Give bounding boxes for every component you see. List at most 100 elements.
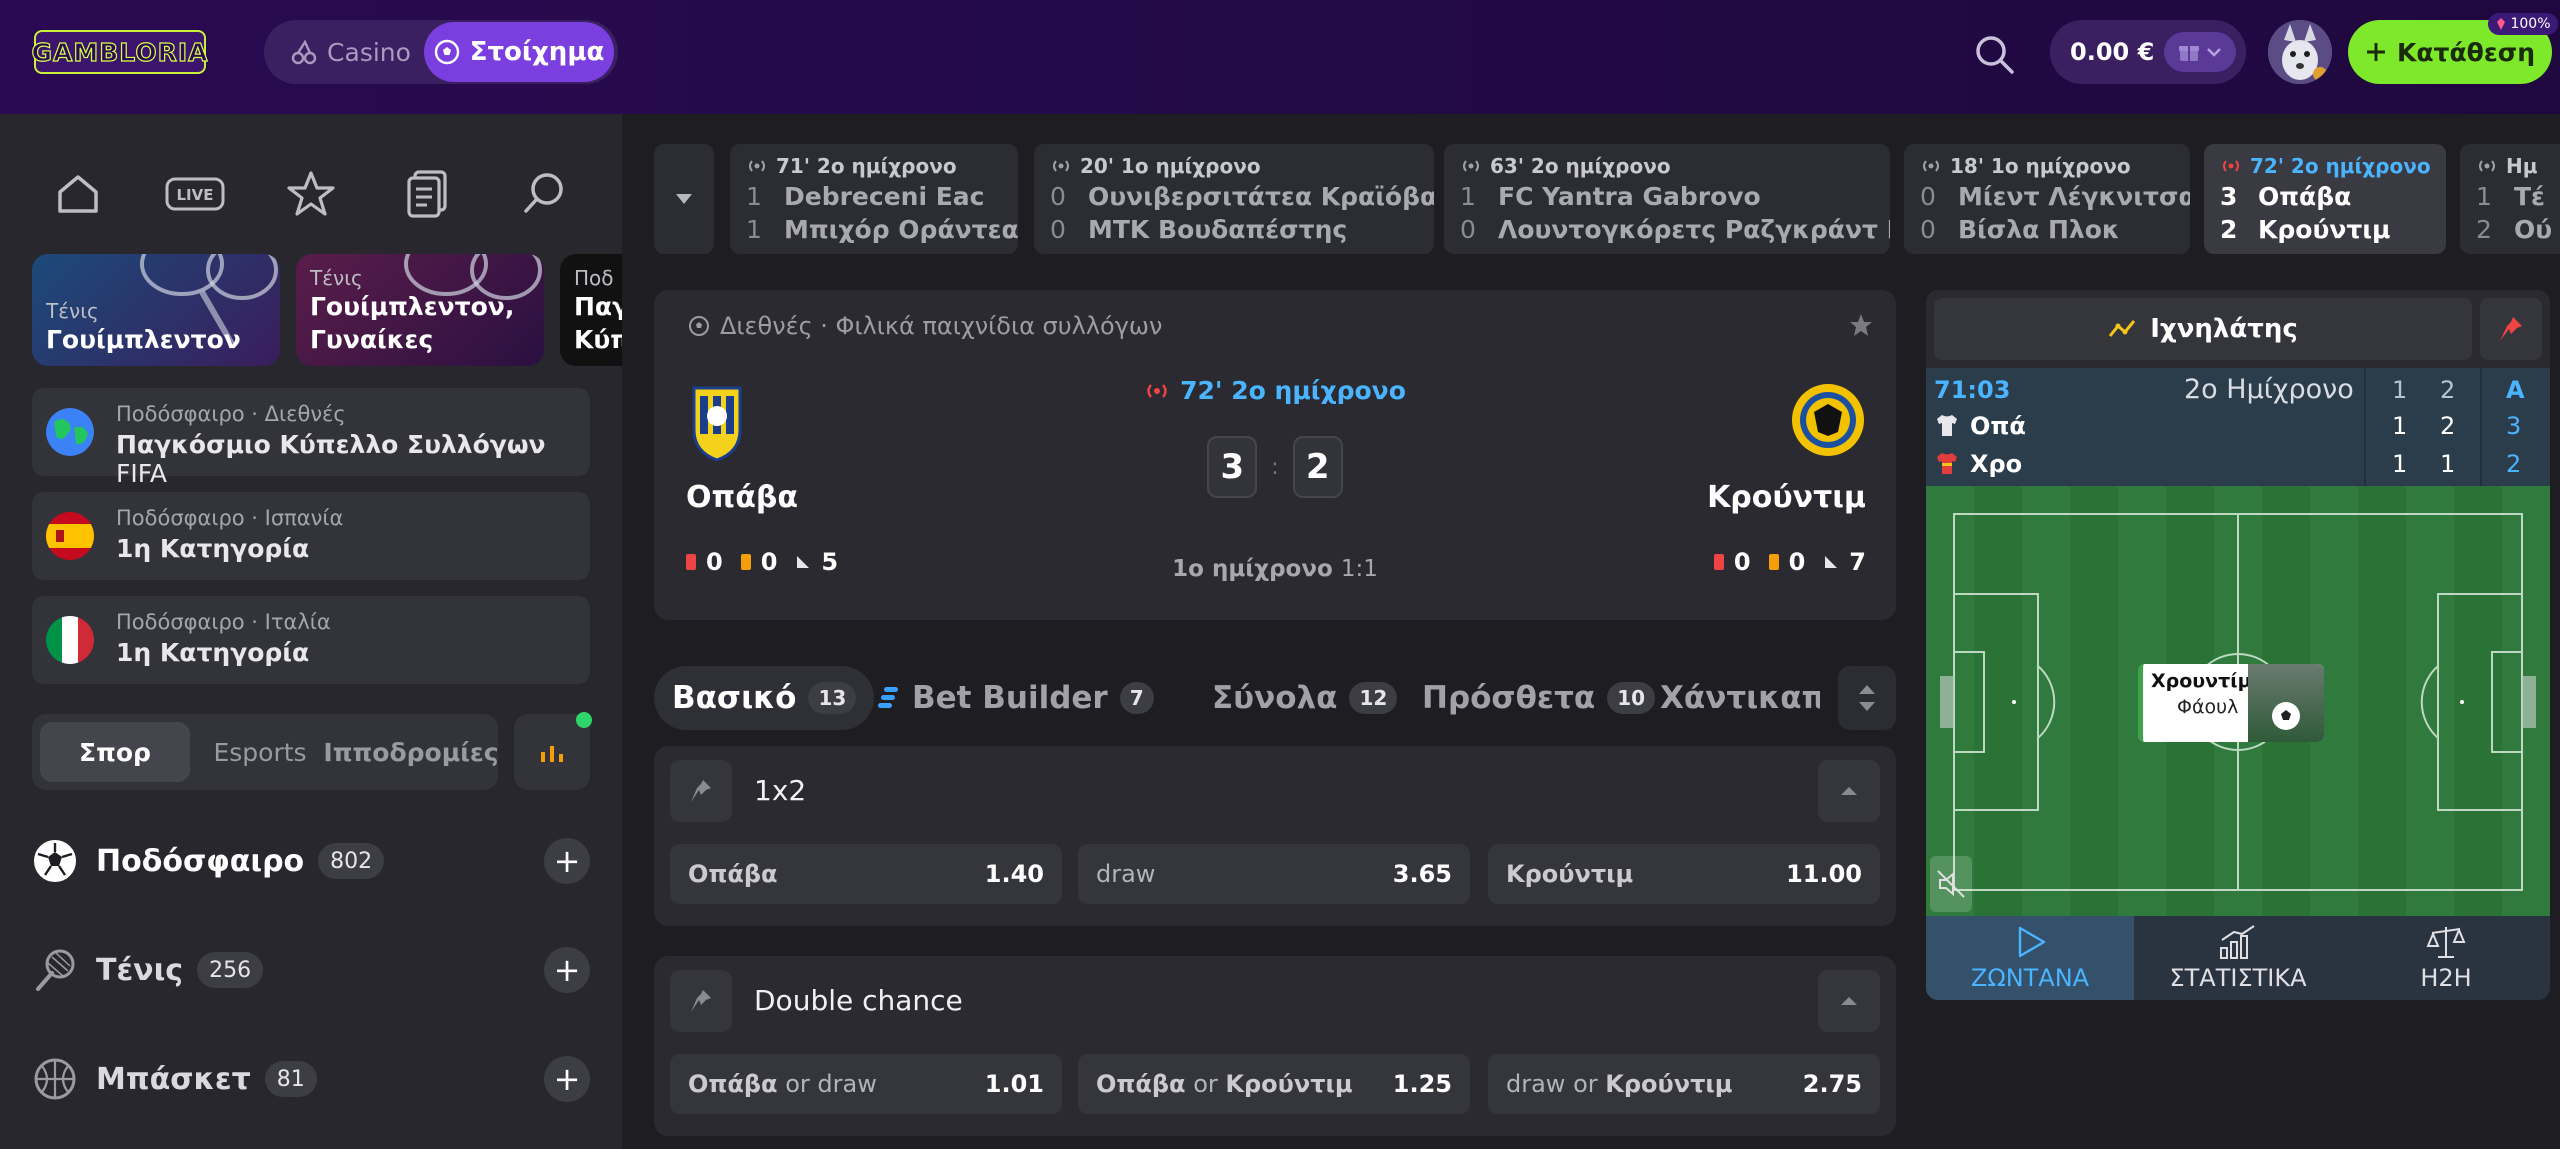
home-yellow-cards: 0 bbox=[760, 548, 778, 576]
tab-totals[interactable]: Σύνολα 12 bbox=[1212, 666, 1398, 730]
ticker-away: Κρούντιμ bbox=[2258, 215, 2391, 244]
promo-title: Γουίμπλεντον, Γυναίκες bbox=[310, 292, 515, 354]
sidebar-search-icon[interactable] bbox=[504, 154, 584, 234]
pin-icon[interactable] bbox=[670, 970, 732, 1032]
tab-sports[interactable]: Σπορ bbox=[40, 722, 190, 782]
ticker-home: Ουνιβερσιτάτεα Κραϊόβα bbox=[1088, 182, 1434, 211]
league-item[interactable]: Ποδόσφαιρο · Ισπανία 1η Κατηγορία bbox=[32, 492, 590, 580]
odds-button[interactable]: Οπάβα 1.40 bbox=[670, 844, 1062, 904]
tab-handicap[interactable]: Χάντικαπ 6 bbox=[1660, 666, 1820, 730]
favorite-star-icon[interactable] bbox=[1846, 310, 1876, 340]
promo-card[interactable]: Ποδ Παγ Κύπ bbox=[560, 254, 622, 366]
ticker-away: MTK Βουδαπέστης bbox=[1088, 215, 1348, 244]
odds-button[interactable]: Οπάβα or Κρούντιμ 1.25 bbox=[1078, 1054, 1470, 1114]
odds-value: 1.25 bbox=[1392, 1070, 1452, 1098]
live-signal-icon bbox=[2220, 158, 2242, 174]
sport-item-football[interactable]: Ποδόσφαιρο 802 + bbox=[32, 826, 590, 896]
balance-widget[interactable]: 0.00 € bbox=[2050, 20, 2246, 84]
odds-label: draw bbox=[1096, 860, 1156, 888]
tab-label: ΖΩΝΤΑΝΑ bbox=[1970, 964, 2090, 992]
live-match-ticker[interactable]: 71' 2ο ημίχρονο 1 Debreceni Eac 1 Μπιχόρ Ο… bbox=[730, 144, 1018, 254]
sport-item-tennis[interactable]: Τένις 256 + bbox=[32, 935, 590, 1005]
ticker-home-score: 0 bbox=[1920, 182, 1936, 211]
balance-amount: 0.00 € bbox=[2070, 38, 2155, 66]
tab-live[interactable]: ΖΩΝΤΑΝΑ bbox=[1926, 916, 2134, 1000]
tab-bet-builder[interactable]: Bet Builder 7 bbox=[878, 666, 1154, 730]
expand-button[interactable]: + bbox=[544, 1056, 590, 1102]
league-item[interactable]: Ποδόσφαιρο · Διεθνές Παγκόσμιο Κύπελλο Σ… bbox=[32, 388, 590, 488]
away-stats: 0 0 7 bbox=[1713, 548, 1866, 576]
svg-text:LIVE: LIVE bbox=[176, 186, 213, 204]
ticker-away-score: 2 bbox=[2476, 215, 2492, 244]
star-icon[interactable] bbox=[271, 154, 351, 234]
globe-icon bbox=[46, 408, 94, 456]
deposit-badge-text: 100% bbox=[2510, 16, 2551, 32]
league-item[interactable]: Ποδόσφαιρο · Ιταλία 1η Κατηγορία bbox=[32, 596, 590, 684]
red-card-icon bbox=[1713, 554, 1724, 570]
search-icon[interactable] bbox=[1972, 32, 2016, 76]
avatar[interactable] bbox=[2268, 20, 2332, 84]
pin-icon[interactable] bbox=[670, 760, 732, 822]
betslip-icon[interactable] bbox=[387, 154, 467, 234]
away-shirt-icon bbox=[1934, 450, 1960, 476]
live-match-ticker[interactable]: 20' 1ο ημίχρονο 0 Ουνιβερσιτάτεα Κραϊόβα … bbox=[1034, 144, 1434, 254]
gambloria-logo[interactable]: GAMBLORIA bbox=[31, 30, 208, 74]
ticker-toggle-button[interactable] bbox=[654, 144, 714, 254]
ticker-home: Οπάβα bbox=[2258, 182, 2352, 211]
collapse-all-button[interactable] bbox=[1838, 666, 1896, 730]
home-score: 3 bbox=[1207, 436, 1258, 498]
collapse-market-button[interactable] bbox=[1818, 760, 1880, 822]
tracker-pin-button[interactable] bbox=[2480, 298, 2542, 360]
yellow-card-icon bbox=[740, 554, 751, 570]
live-icon[interactable]: LIVE bbox=[155, 154, 235, 234]
spain-flag-icon bbox=[46, 512, 94, 560]
tracker-title: Ιχνηλάτης bbox=[2150, 314, 2298, 344]
ticker-status: Ημ bbox=[2506, 154, 2538, 178]
home-corners: 5 bbox=[821, 548, 839, 576]
scales-icon bbox=[2426, 927, 2466, 958]
live-match-ticker-active[interactable]: 72' 2ο ημίχρονο 3 Οπάβα 2 Κρούντιμ bbox=[2204, 144, 2446, 254]
league-name: Παγκόσμιο Κύπελλο Συλλόγων FIFA bbox=[116, 430, 590, 488]
col-header: 1 bbox=[2392, 376, 2408, 404]
bonus-dropdown[interactable] bbox=[2164, 32, 2236, 72]
odds-label-a: draw bbox=[1506, 1070, 1566, 1098]
live-match-ticker[interactable]: 63' 2ο ημίχρονο 1 FC Yantra Gabrovo 0 Λουν… bbox=[1444, 144, 1890, 254]
breadcrumb[interactable]: Διεθνές · Φιλικά παιχνίδια συλλόγων bbox=[688, 312, 1162, 340]
odds-button[interactable]: draw or Κρούντιμ 2.75 bbox=[1488, 1054, 1880, 1114]
odds-button[interactable]: Κρούντιμ 11.00 bbox=[1488, 844, 1880, 904]
sport-item-basketball[interactable]: Μπάσκετ 81 + bbox=[32, 1044, 590, 1114]
ticker-status: 71' 2ο ημίχρονο bbox=[776, 154, 957, 178]
promo-card[interactable]: Τένις Γουίμπλεντον, Γυναίκες bbox=[296, 254, 544, 366]
tab-h2h[interactable]: H2H bbox=[2342, 916, 2550, 1000]
sport-label: Στοίχημα bbox=[469, 37, 605, 67]
tab-main[interactable]: Βασικό 13 bbox=[654, 666, 875, 730]
tab-horse-racing[interactable]: Ιπποδρομίες bbox=[323, 722, 498, 782]
tab-statistics[interactable]: ΣΤΑΤΙΣΤΙΚΑ bbox=[2134, 916, 2342, 1000]
odds-label: Οπάβα or Κρούντιμ bbox=[1096, 1070, 1353, 1098]
tab-label: Βασικό bbox=[672, 680, 797, 716]
tab-esports[interactable]: Esports bbox=[192, 722, 328, 782]
deposit-bonus-badge: 100% bbox=[2488, 13, 2558, 35]
casino-mode-button[interactable]: Casino bbox=[276, 26, 426, 78]
league-name: 1η Κατηγορία bbox=[116, 534, 310, 563]
odds-label-b: Κρούντιμ bbox=[1225, 1070, 1353, 1098]
tab-extras[interactable]: Πρόσθετα 10 bbox=[1422, 666, 1656, 730]
sound-toggle-button[interactable] bbox=[1930, 856, 1972, 912]
expand-button[interactable]: + bbox=[544, 838, 590, 884]
live-match-ticker[interactable]: 18' 1ο ημίχρονο 0 Μίεντ Λέγκνιτσα 0 Βίσλα … bbox=[1904, 144, 2190, 254]
sport-type-tabs: Σπορ Esports Ιπποδρομίες bbox=[32, 714, 499, 790]
odds-button[interactable]: draw 3.65 bbox=[1078, 844, 1470, 904]
live-match-ticker[interactable]: Ημ 1 Τέ 2 Ού bbox=[2460, 144, 2560, 254]
collapse-market-button[interactable] bbox=[1818, 970, 1880, 1032]
stats-button[interactable] bbox=[514, 712, 592, 790]
odds-value: 2.75 bbox=[1802, 1070, 1862, 1098]
home-icon[interactable] bbox=[38, 154, 118, 234]
league-category: Ποδόσφαιρο · Ιταλία bbox=[116, 610, 331, 634]
sport-mode-button[interactable]: Στοίχημα bbox=[424, 22, 614, 82]
plus-icon bbox=[2365, 41, 2387, 63]
expand-button[interactable]: + bbox=[544, 947, 590, 993]
sport-count: 256 bbox=[197, 952, 264, 988]
match-status: 72' 2ο ημίχρονο bbox=[654, 376, 1896, 405]
promo-card[interactable]: Τένις Γουίμπλεντον bbox=[32, 254, 280, 366]
odds-button[interactable]: Οπάβα or draw 1.01 bbox=[670, 1054, 1062, 1114]
